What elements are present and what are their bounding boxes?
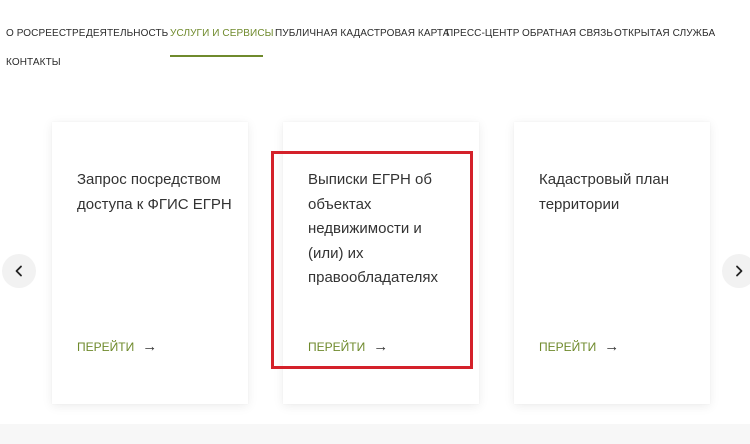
nav-active-underline (170, 55, 263, 57)
card-title: Выписки ЕГРН об объектах недвижимости и … (308, 171, 438, 286)
bottom-section-edge (0, 424, 750, 444)
nav-item-contacts[interactable]: КОНТАКТЫ (6, 57, 61, 68)
carousel-next-button[interactable] (722, 254, 750, 288)
nav-item-activity[interactable]: ДЕЯТЕЛЬНОСТЬ (86, 28, 168, 39)
arrow-right-icon: → (373, 338, 389, 355)
card-title: Кадастровый план территории (539, 171, 670, 213)
card-go-link[interactable]: ПЕРЕЙТИ → (308, 338, 389, 355)
service-card-cadastral-plan[interactable]: Кадастровый план территории ПЕРЕЙТИ → (514, 122, 710, 404)
nav-item-open-service[interactable]: ОТКРЫТАЯ СЛУЖБА (614, 28, 715, 39)
service-card-egrn-extracts[interactable]: Выписки ЕГРН об объектах недвижимости и … (283, 122, 479, 404)
chevron-right-icon (736, 265, 743, 277)
carousel-prev-button[interactable] (2, 254, 36, 288)
main-navigation: О РОСРЕЕСТРЕ ДЕЯТЕЛЬНОСТЬ УСЛУГИ И СЕРВИ… (0, 0, 750, 80)
nav-item-public-map[interactable]: ПУБЛИЧНАЯ КАДАСТРОВАЯ КАРТА (275, 28, 450, 39)
card-go-link[interactable]: ПЕРЕЙТИ → (539, 338, 620, 355)
nav-item-about[interactable]: О РОСРЕЕСТРЕ (6, 28, 86, 39)
chevron-left-icon (15, 265, 22, 277)
page: О РОСРЕЕСТРЕ ДЕЯТЕЛЬНОСТЬ УСЛУГИ И СЕРВИ… (0, 0, 750, 444)
nav-item-services[interactable]: УСЛУГИ И СЕРВИСЫ (170, 28, 274, 39)
card-link-label: ПЕРЕЙТИ (539, 340, 597, 354)
arrow-right-icon: → (604, 338, 620, 355)
card-link-label: ПЕРЕЙТИ (77, 340, 135, 354)
service-card-egrn-access[interactable]: Запрос посредством доступа к ФГИС ЕГРН П… (52, 122, 248, 404)
arrow-right-icon: → (142, 338, 158, 355)
nav-item-press-center[interactable]: ПРЕСС-ЦЕНТР (446, 28, 519, 39)
nav-item-feedback[interactable]: ОБРАТНАЯ СВЯЗЬ (522, 28, 613, 39)
card-link-label: ПЕРЕЙТИ (308, 340, 366, 354)
card-go-link[interactable]: ПЕРЕЙТИ → (77, 338, 158, 355)
card-title: Запрос посредством доступа к ФГИС ЕГРН (77, 171, 232, 213)
